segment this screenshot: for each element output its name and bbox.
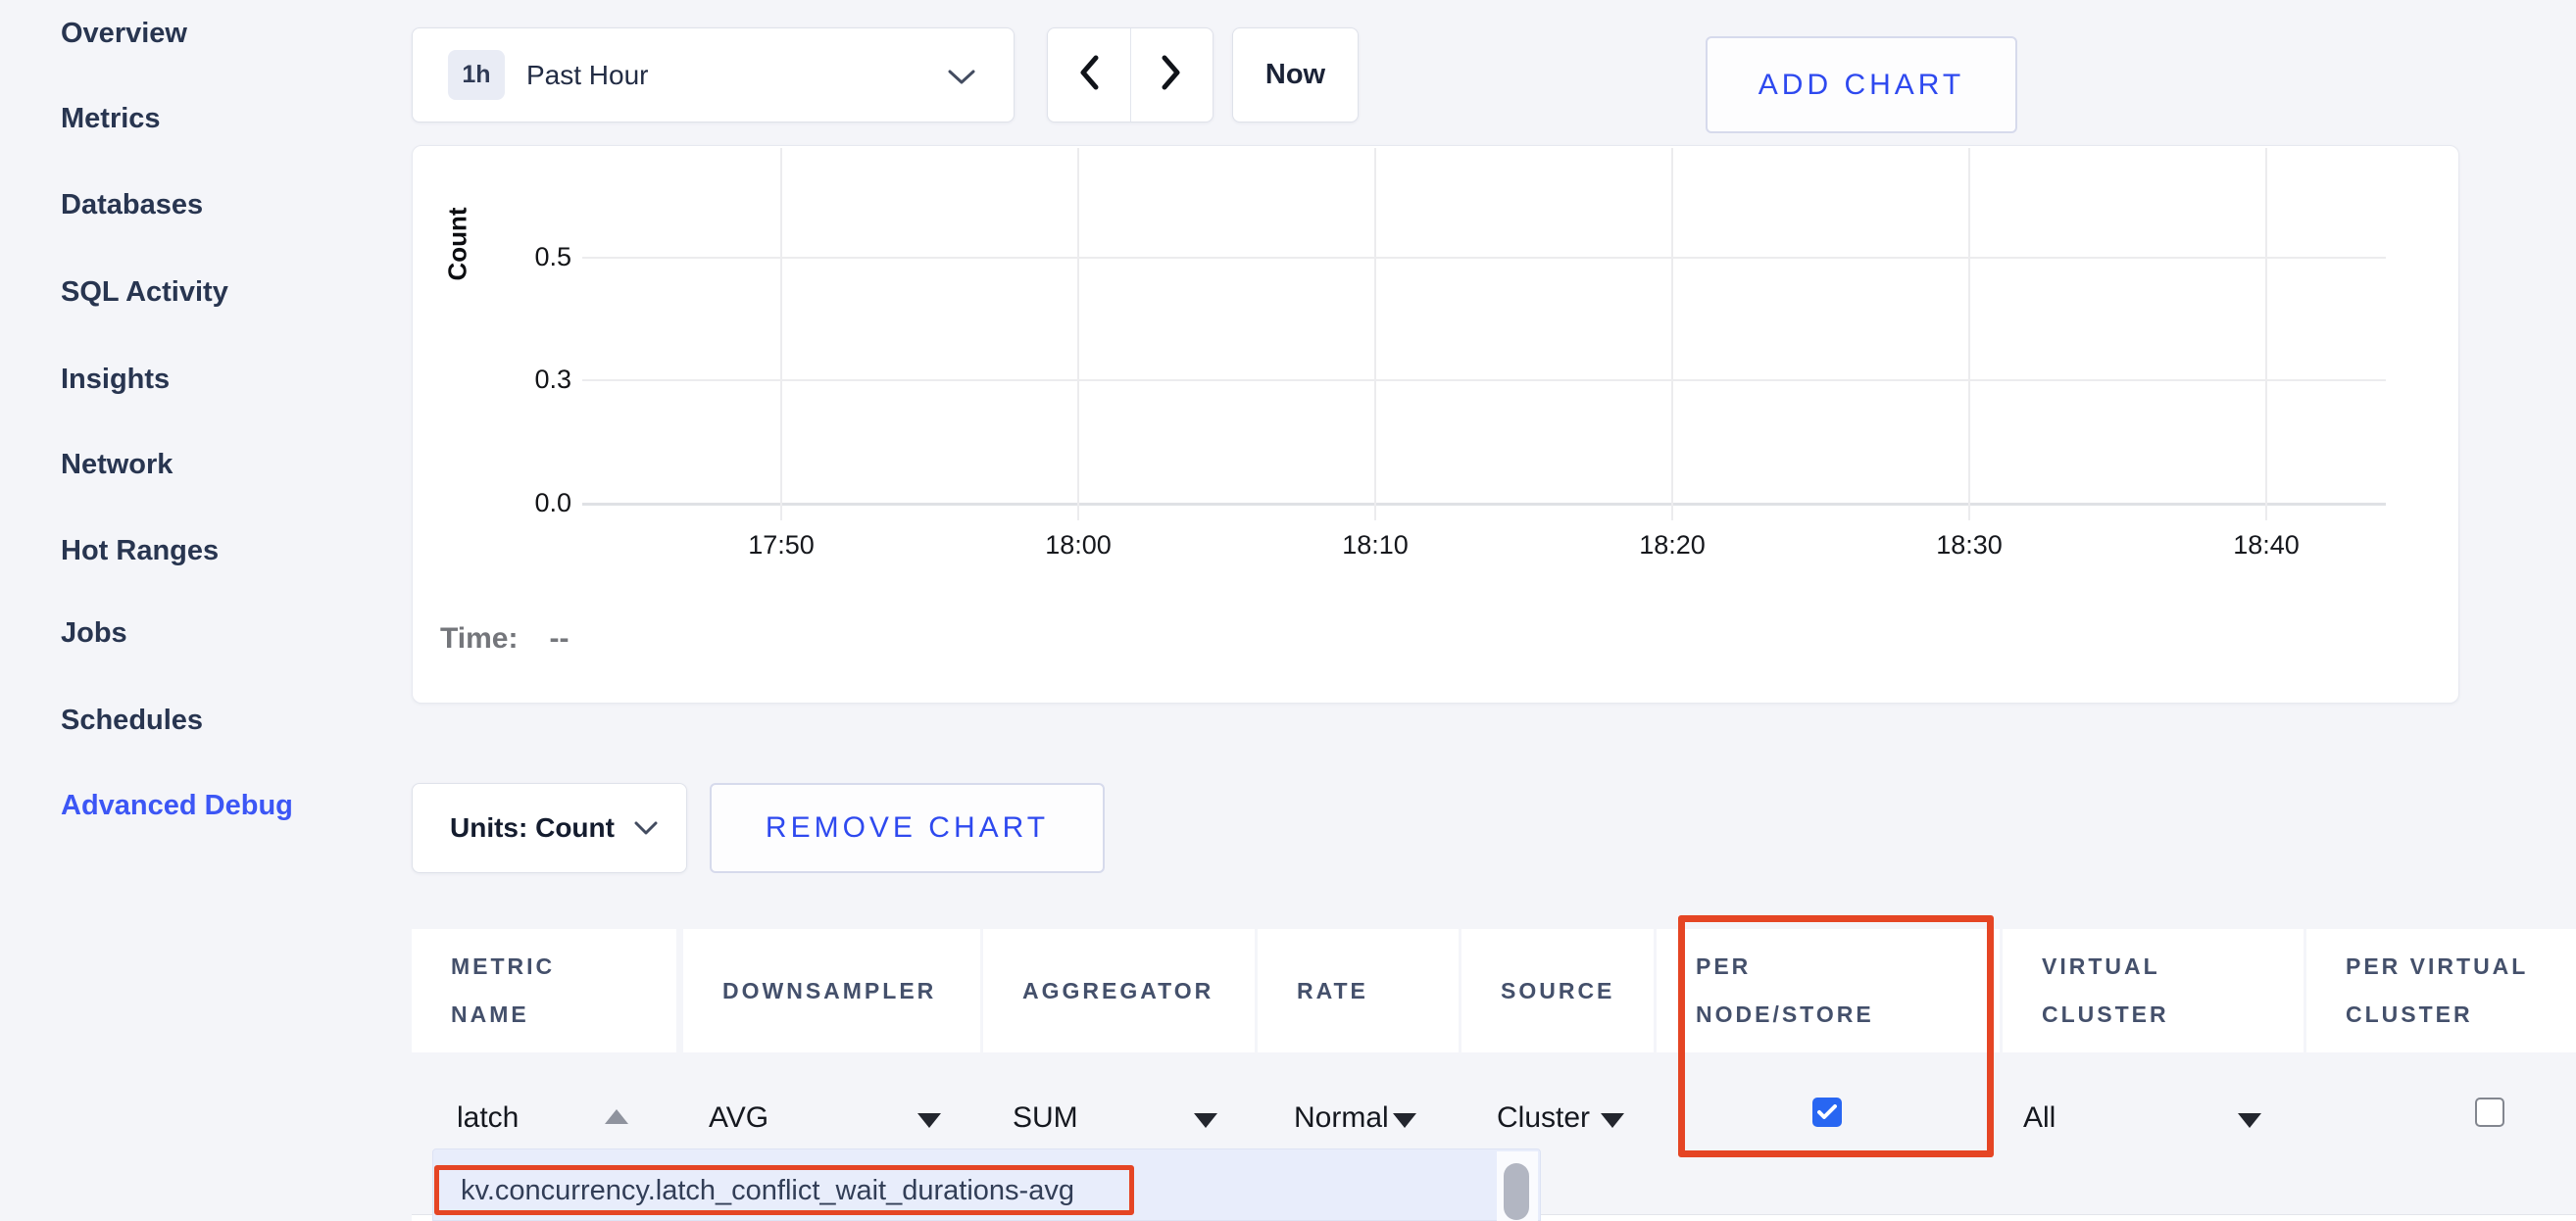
check-icon [1817, 1104, 1837, 1120]
header-line: DOWNSAMPLER [722, 967, 980, 1015]
chevron-down-icon [633, 821, 659, 836]
per-node-store-checkbox[interactable] [1812, 1098, 1842, 1127]
now-button[interactable]: Now [1232, 27, 1359, 122]
header-line: AGGREGATOR [1022, 967, 1255, 1015]
chevron-down-icon[interactable] [1393, 1113, 1416, 1128]
gridline-horizontal [582, 257, 2386, 259]
header-line: CLUSTER [2042, 991, 2304, 1039]
virtual-cluster-select[interactable]: All [2023, 1101, 2056, 1135]
column-header-per-virtual-cluster: PER VIRTUAL CLUSTER [2306, 929, 2576, 1052]
gridline-vertical [1671, 148, 1673, 520]
column-header-downsampler: DOWNSAMPLER [683, 929, 980, 1052]
header-line: SOURCE [1501, 967, 1654, 1015]
column-header-source: SOURCE [1461, 929, 1654, 1052]
column-header-metric-name: METRIC NAME [412, 929, 676, 1052]
gridline-vertical [1968, 148, 1970, 520]
sidebar-item-metrics[interactable]: Metrics [61, 103, 161, 135]
sidebar-item-insights[interactable]: Insights [61, 364, 170, 396]
time-range-label: Past Hour [526, 60, 649, 91]
header-line: VIRTUAL [2042, 943, 2304, 991]
column-header-virtual-cluster: VIRTUAL CLUSTER [2003, 929, 2304, 1052]
chevron-down-icon[interactable] [917, 1113, 941, 1128]
downsampler-select[interactable]: AVG [709, 1101, 768, 1135]
sidebar-item-databases[interactable]: Databases [61, 189, 203, 221]
x-tick-label: 18:20 [1594, 530, 1751, 561]
chevron-down-icon[interactable] [1194, 1113, 1217, 1128]
units-select-label: Units: Count [450, 812, 615, 844]
time-range-picker[interactable]: 1h Past Hour [412, 27, 1015, 122]
column-header-rate: RATE [1258, 929, 1459, 1052]
header-line: CLUSTER [2346, 991, 2576, 1039]
add-chart-button[interactable]: ADD CHART [1706, 36, 2017, 133]
sidebar-item-network[interactable]: Network [61, 449, 173, 481]
header-line: NODE/STORE [1696, 991, 2000, 1039]
chevron-down-icon[interactable] [2238, 1113, 2261, 1128]
prev-time-button[interactable] [1048, 28, 1131, 122]
time-value: -- [549, 622, 569, 655]
chevron-down-icon [947, 70, 976, 90]
source-select[interactable]: Cluster [1497, 1101, 1590, 1135]
header-line: RATE [1297, 967, 1459, 1015]
column-header-aggregator: AGGREGATOR [983, 929, 1255, 1052]
gridline-vertical [2265, 148, 2267, 520]
column-header-per-node-store: PER NODE/STORE [1657, 929, 2000, 1052]
x-tick-label: 17:50 [703, 530, 860, 561]
next-time-button[interactable] [1131, 28, 1214, 122]
dropdown-open-icon[interactable] [605, 1109, 628, 1124]
aggregator-select[interactable]: SUM [1013, 1101, 1078, 1135]
chart-card: Count 0.5 0.3 0.0 17:50 18:00 18:10 18:2… [412, 145, 2459, 704]
y-tick-label: 0.0 [464, 488, 571, 518]
sidebar-item-hot-ranges[interactable]: Hot Ranges [61, 535, 219, 567]
header-line: PER [1696, 943, 2000, 991]
units-select[interactable]: Units: Count [412, 783, 687, 873]
chevron-right-icon [1160, 55, 1183, 95]
x-axis-line [582, 503, 2386, 506]
remove-chart-button[interactable]: REMOVE CHART [710, 783, 1105, 873]
rate-select[interactable]: Normal [1294, 1101, 1389, 1135]
metric-suggestion-dropdown: kv.concurrency.latch_conflict_wait_durat… [432, 1148, 1541, 1221]
hover-time-readout: Time: -- [440, 622, 569, 656]
time-label: Time: [440, 622, 518, 655]
sidebar-item-schedules[interactable]: Schedules [61, 705, 203, 737]
sidebar-item-sql-activity[interactable]: SQL Activity [61, 276, 228, 309]
chevron-down-icon[interactable] [1601, 1113, 1624, 1128]
x-tick-label: 18:40 [2188, 530, 2345, 561]
sidebar-item-advanced-debug[interactable]: Advanced Debug [61, 790, 293, 822]
time-range-badge: 1h [448, 50, 505, 100]
gridline-vertical [1374, 148, 1376, 520]
metric-suggestion-item[interactable]: kv.concurrency.latch_conflict_wait_durat… [461, 1175, 1074, 1207]
chevron-left-icon [1077, 55, 1101, 95]
time-step-group [1047, 27, 1214, 122]
metric-name-input[interactable]: latch [457, 1101, 519, 1135]
x-tick-label: 18:10 [1297, 530, 1454, 561]
x-tick-label: 18:30 [1891, 530, 2048, 561]
gridline-vertical [1077, 148, 1079, 520]
header-line: METRIC [451, 943, 676, 991]
x-tick-label: 18:00 [1000, 530, 1157, 561]
gridline-vertical [780, 148, 782, 520]
sidebar-item-overview[interactable]: Overview [61, 18, 187, 50]
sidebar-item-jobs[interactable]: Jobs [61, 617, 127, 650]
y-tick-label: 0.5 [464, 242, 571, 272]
scrollbar-thumb[interactable] [1504, 1163, 1529, 1220]
header-line: PER VIRTUAL [2346, 943, 2576, 991]
per-virtual-cluster-checkbox[interactable] [2475, 1098, 2504, 1127]
header-line: NAME [451, 991, 676, 1039]
gridline-horizontal [582, 379, 2386, 381]
y-tick-label: 0.3 [464, 365, 571, 395]
